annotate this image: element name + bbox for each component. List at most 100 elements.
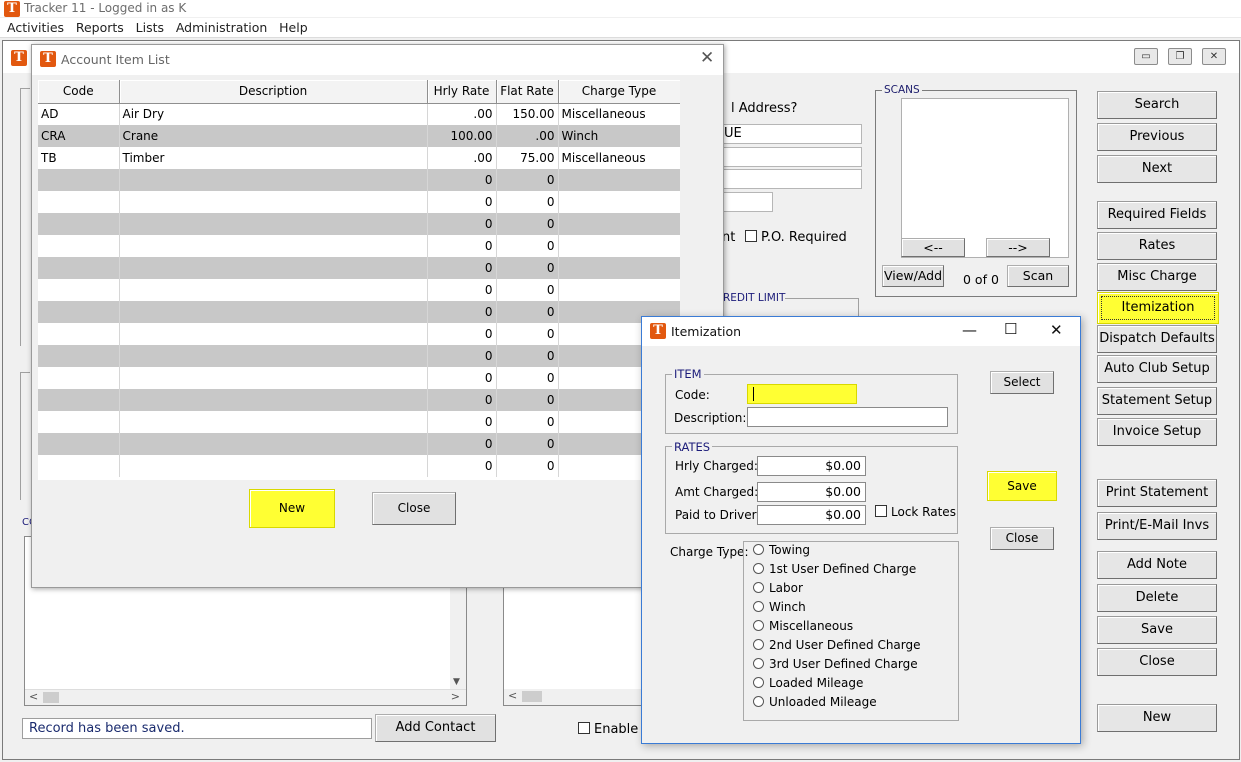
lock-rates-checkbox[interactable]: Lock Rates	[875, 505, 956, 519]
radio-loaded-mileage[interactable]: Loaded Mileage	[753, 676, 863, 690]
table-row[interactable]: AD Air Dry .00 150.00 Miscellaneous	[38, 103, 680, 125]
table-row[interactable]: 00	[38, 433, 680, 455]
radio-icon[interactable]	[753, 582, 764, 593]
account-field-2[interactable]	[721, 147, 862, 167]
paid-to-driver-input[interactable]: $0.00	[757, 505, 866, 525]
maximize-icon[interactable]: ☐	[1004, 320, 1017, 338]
table-row[interactable]: CRA Crane 100.00.00 Winch	[38, 125, 680, 147]
column-header-code[interactable]: Code	[38, 80, 120, 104]
scroll-left-icon[interactable]: <	[29, 690, 38, 703]
amt-charged-input[interactable]: $0.00	[757, 482, 866, 502]
itemization-close-button[interactable]: Close	[990, 527, 1054, 550]
table-row[interactable]: 00	[38, 169, 680, 191]
menu-activities[interactable]: Activities	[3, 18, 68, 38]
account-item-grid[interactable]: Code Description Hrly Rate Flat Rate Cha…	[38, 80, 680, 480]
new-button[interactable]: New	[1097, 704, 1217, 732]
menu-lists[interactable]: Lists	[132, 18, 168, 38]
next-button[interactable]: Next	[1097, 155, 1217, 183]
account-field-4[interactable]	[721, 192, 773, 212]
radio-icon[interactable]	[753, 620, 764, 631]
scroll-down-icon[interactable]: ▼	[453, 677, 460, 687]
radio-icon[interactable]	[753, 563, 764, 574]
checkbox-icon[interactable]	[745, 230, 757, 242]
itemization-button[interactable]: Itemization	[1097, 292, 1219, 324]
menu-administration[interactable]: Administration	[172, 18, 271, 38]
radio-3rd-user-defined[interactable]: 3rd User Defined Charge	[753, 657, 918, 671]
checkbox-icon[interactable]	[578, 722, 590, 734]
table-row[interactable]: TB Timber .00 75.00 Miscellaneous	[38, 147, 680, 169]
column-header-charge-type[interactable]: Charge Type	[558, 80, 680, 104]
po-required-checkbox[interactable]: P.O. Required	[745, 230, 847, 245]
scroll-thumb[interactable]	[522, 691, 542, 702]
radio-icon[interactable]	[753, 639, 764, 650]
close-list-button[interactable]: Close	[372, 492, 456, 525]
minimize-icon[interactable]: —	[962, 321, 977, 339]
close-icon[interactable]: ✕	[700, 48, 714, 68]
misc-charge-button[interactable]: Misc Charge	[1097, 263, 1217, 291]
radio-1st-user-defined[interactable]: 1st User Defined Charge	[753, 562, 916, 576]
add-note-button[interactable]: Add Note	[1097, 551, 1217, 579]
mdi-minimize-button[interactable]: ▭	[1134, 48, 1158, 65]
save-button[interactable]: Save	[1097, 616, 1217, 644]
mdi-restore-button[interactable]: ❐	[1168, 48, 1192, 65]
notes-scrollbar[interactable]: <	[504, 689, 642, 705]
table-row[interactable]: 00	[38, 345, 680, 367]
previous-button[interactable]: Previous	[1097, 123, 1217, 151]
radio-labor[interactable]: Labor	[753, 581, 803, 595]
required-fields-button[interactable]: Required Fields	[1097, 201, 1217, 229]
radio-icon[interactable]	[753, 658, 764, 669]
table-row[interactable]: 00	[38, 323, 680, 345]
new-item-button[interactable]: New	[249, 489, 335, 528]
radio-unloaded-mileage[interactable]: Unloaded Mileage	[753, 695, 877, 709]
scroll-left-icon[interactable]: <	[508, 689, 517, 702]
description-input[interactable]	[747, 407, 948, 427]
close-button[interactable]: Close	[1097, 648, 1217, 676]
table-row[interactable]: 00	[38, 213, 680, 235]
column-header-hrly-rate[interactable]: Hrly Rate	[427, 80, 497, 104]
close-icon[interactable]: ✕	[1050, 321, 1063, 339]
table-row[interactable]: 00	[38, 279, 680, 301]
select-button[interactable]: Select	[990, 371, 1054, 394]
column-header-description[interactable]: Description	[119, 80, 428, 104]
table-row[interactable]: 00	[38, 257, 680, 279]
invoice-setup-button[interactable]: Invoice Setup	[1097, 418, 1217, 446]
column-header-flat-rate[interactable]: Flat Rate	[496, 80, 559, 104]
print-statement-button[interactable]: Print Statement	[1097, 479, 1217, 507]
rates-button[interactable]: Rates	[1097, 232, 1217, 260]
account-field-3[interactable]	[721, 169, 862, 189]
menu-reports[interactable]: Reports	[72, 18, 128, 38]
table-row[interactable]: 00	[38, 191, 680, 213]
search-button[interactable]: Search	[1097, 91, 1217, 119]
radio-miscellaneous[interactable]: Miscellaneous	[753, 619, 853, 633]
enable-checkbox[interactable]: Enable	[578, 722, 638, 737]
print-email-invs-button[interactable]: Print/E-Mail Invs	[1097, 512, 1217, 540]
radio-2nd-user-defined[interactable]: 2nd User Defined Charge	[753, 638, 921, 652]
horizontal-scrollbar[interactable]: < >	[25, 689, 466, 705]
scroll-right-icon[interactable]: >	[451, 690, 460, 703]
scan-next-button[interactable]: -->	[986, 238, 1050, 257]
add-contact-button[interactable]: Add Contact	[375, 714, 496, 742]
radio-icon[interactable]	[753, 696, 764, 707]
itemization-save-button[interactable]: Save	[987, 471, 1057, 501]
scan-prev-button[interactable]: <--	[901, 238, 965, 257]
table-row[interactable]: 00	[38, 301, 680, 323]
menu-help[interactable]: Help	[275, 18, 312, 38]
view-add-button[interactable]: View/Add	[882, 265, 944, 287]
radio-winch[interactable]: Winch	[753, 600, 806, 614]
table-row[interactable]: 00	[38, 367, 680, 389]
radio-icon[interactable]	[753, 677, 764, 688]
auto-club-setup-button[interactable]: Auto Club Setup	[1097, 355, 1217, 383]
hrly-charged-input[interactable]: $0.00	[757, 456, 866, 476]
code-input[interactable]	[747, 384, 857, 404]
radio-icon[interactable]	[753, 544, 764, 555]
mdi-close-button[interactable]: ✕	[1202, 48, 1226, 65]
radio-towing[interactable]: Towing	[753, 543, 810, 557]
delete-button[interactable]: Delete	[1097, 584, 1217, 612]
table-row[interactable]: 00	[38, 455, 680, 477]
notes-list[interactable]: <	[503, 586, 643, 706]
dispatch-defaults-button[interactable]: Dispatch Defaults	[1097, 325, 1217, 353]
table-row[interactable]: 00	[38, 411, 680, 433]
account-field-1[interactable]: UE	[721, 124, 862, 144]
table-row[interactable]: 00	[38, 235, 680, 257]
checkbox-icon[interactable]	[875, 505, 887, 517]
